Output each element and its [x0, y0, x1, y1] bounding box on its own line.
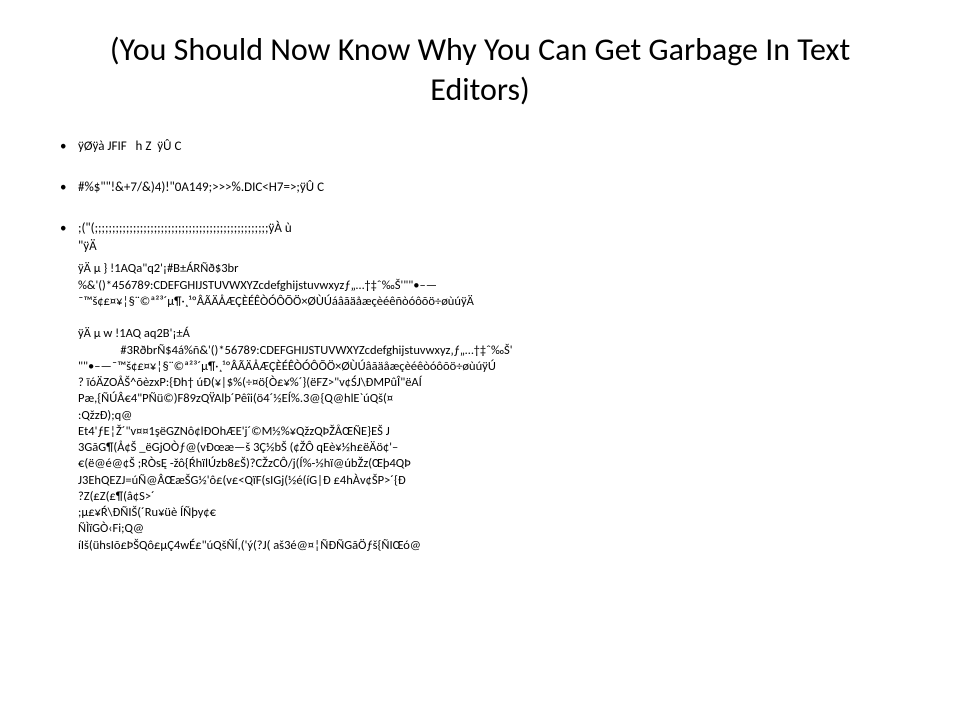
bullet-item: • ;("(;;;;;;;;;;;;;;;;;;;;;;;;;;;;…	[60, 220, 900, 255]
bullet-text: ÿØÿà JFIF   h Z ÿÛ C  	[78, 138, 900, 173]
garbage-block: ÿÄ µ } !1AQa"q2…	[78, 261, 900, 554]
bullet-text: #%$""!&+7/&)4)!"0A149;>>>%.DIC…	[78, 179, 900, 214]
bullet-marker: •	[60, 179, 78, 214]
bullet-marker: •	[60, 220, 78, 255]
bullet-item: • #%$""!&+7/&)4)!"0A149;>>>%.D…	[60, 179, 900, 214]
slide-content: • ÿØÿà JFIF   h Z ÿÛ C   …	[60, 138, 900, 554]
bullet-marker: •	[60, 138, 78, 173]
slide: (You Should Now Know Why You Can Get Gar…	[0, 0, 960, 720]
slide-title: (You Should Now Know Why You Can Get Gar…	[60, 30, 900, 110]
bullet-text: ;("(;;;;;;;;;;;;;;;;;;;;;;;;;;;;;;…	[78, 220, 900, 255]
bullet-item: • ÿØÿà JFIF   h Z ÿÛ C  	[60, 138, 900, 173]
